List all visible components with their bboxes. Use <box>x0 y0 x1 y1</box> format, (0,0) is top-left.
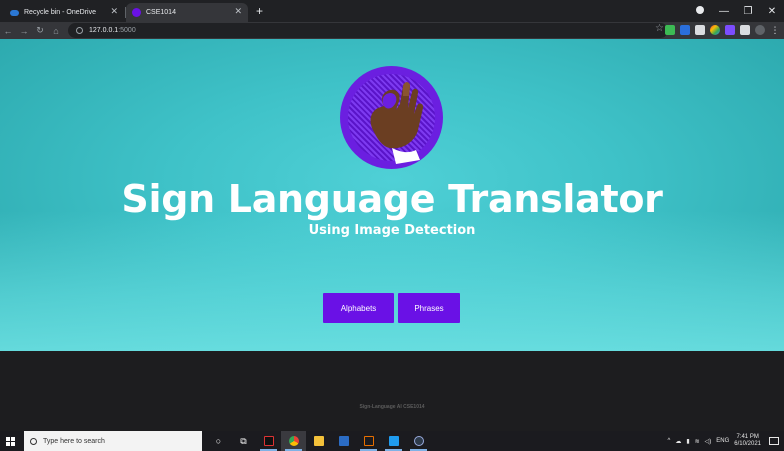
forward-icon[interactable]: → <box>16 26 32 36</box>
start-button[interactable] <box>0 431 20 451</box>
tab-recycle-bin[interactable]: Recycle bin - OneDrive ✕ <box>4 3 124 22</box>
volume-icon[interactable]: ◁) <box>705 438 712 445</box>
home-icon[interactable]: ⌂ <box>48 26 64 36</box>
page-subtitle: Using Image Detection <box>308 223 476 238</box>
ok-hand-icon <box>370 82 424 164</box>
site-info-icon[interactable] <box>76 27 83 34</box>
clock-date: 6/10/2021 <box>734 441 761 447</box>
cloud-icon[interactable]: ☁ <box>675 438 681 445</box>
extensions-bar: ⋮ <box>665 25 780 35</box>
mail-app-icon[interactable] <box>331 431 356 451</box>
onedrive-icon <box>10 9 19 16</box>
footer-text: Sign-Language AI CSE1014 <box>359 404 425 410</box>
java-app-icon[interactable] <box>356 431 381 451</box>
tray-chevron-icon[interactable]: ^ <box>667 438 670 444</box>
url-port: :5000 <box>118 27 136 34</box>
reload-icon[interactable]: ↻ <box>32 25 48 36</box>
search-placeholder: Type here to search <box>43 437 105 445</box>
phrases-button[interactable]: Phrases <box>398 293 460 323</box>
hand-sign-favicon-icon <box>132 8 141 17</box>
browser-tabstrip: Recycle bin - OneDrive ✕ CSE1014 ✕ + — ❐… <box>0 0 784 22</box>
app-icon[interactable] <box>406 431 431 451</box>
tab-title: CSE1014 <box>146 9 176 16</box>
address-bar[interactable]: 127.0.0.1:5000 <box>68 23 668 38</box>
profile-avatar-icon[interactable] <box>755 25 765 35</box>
vpn-extension-icon[interactable] <box>680 25 690 35</box>
url-host: 127.0.0.1 <box>89 27 119 34</box>
back-icon[interactable]: ← <box>0 26 16 36</box>
clock-time: 7:41 PM <box>736 434 759 440</box>
task-view-icon[interactable]: ⧉ <box>231 431 256 451</box>
vscode-app-icon[interactable] <box>381 431 406 451</box>
network-icon[interactable]: ≋ <box>695 438 700 445</box>
new-tab-button[interactable]: + <box>256 4 263 18</box>
tab-title: Recycle bin - OneDrive <box>24 9 96 16</box>
page-hero: Sign Language Translator Using Image Det… <box>0 39 784 351</box>
minimize-button[interactable]: — <box>712 6 736 17</box>
battery-icon[interactable]: ▮ <box>686 438 689 445</box>
page-title: Sign Language Translator <box>121 177 663 221</box>
browser-toolbar: ← → ↻ ⌂ 127.0.0.1:5000 ☆ ⋮ <box>0 22 784 39</box>
file-explorer-icon[interactable] <box>306 431 331 451</box>
terminal-app-icon[interactable] <box>256 431 281 451</box>
window-controls: — ❐ ✕ <box>688 0 784 22</box>
clock[interactable]: 7:41 PM 6/10/2021 <box>734 434 761 448</box>
extension-icon[interactable] <box>725 25 735 35</box>
taskbar-apps: ○ ⧉ <box>206 431 431 451</box>
alphabets-button[interactable]: Alphabets <box>323 293 394 323</box>
close-tab-icon[interactable]: ✕ <box>110 6 118 17</box>
windows-taskbar: Type here to search ○ ⧉ ^ ☁ ▮ ≋ ◁) ENG 7… <box>0 431 784 451</box>
notifications-icon[interactable] <box>769 437 779 445</box>
profile-icon[interactable] <box>688 5 712 17</box>
color-extension-icon[interactable] <box>710 25 720 35</box>
language-indicator[interactable]: ENG <box>716 438 729 444</box>
close-tab-icon[interactable]: ✕ <box>234 6 242 17</box>
chrome-app-icon[interactable] <box>281 431 306 451</box>
taskbar-search[interactable]: Type here to search <box>24 431 202 451</box>
maximize-button[interactable]: ❐ <box>736 6 760 17</box>
close-window-button[interactable]: ✕ <box>760 6 784 17</box>
cortana-icon[interactable]: ○ <box>206 431 231 451</box>
extension-icon[interactable] <box>695 25 705 35</box>
bookmark-star-icon[interactable]: ☆ <box>655 23 664 34</box>
system-tray: ^ ☁ ▮ ≋ ◁) ENG 7:41 PM 6/10/2021 <box>667 431 784 451</box>
menu-kebab-icon[interactable]: ⋮ <box>770 25 780 35</box>
windows-logo-icon <box>5 436 15 446</box>
shield-extension-icon[interactable] <box>665 25 675 35</box>
search-icon <box>30 437 37 445</box>
tab-cse1014[interactable]: CSE1014 ✕ <box>126 3 248 22</box>
ok-hand-logo <box>340 66 443 169</box>
page-footer: Sign-Language AI CSE1014 <box>0 351 784 431</box>
puzzle-extensions-icon[interactable] <box>740 25 750 35</box>
